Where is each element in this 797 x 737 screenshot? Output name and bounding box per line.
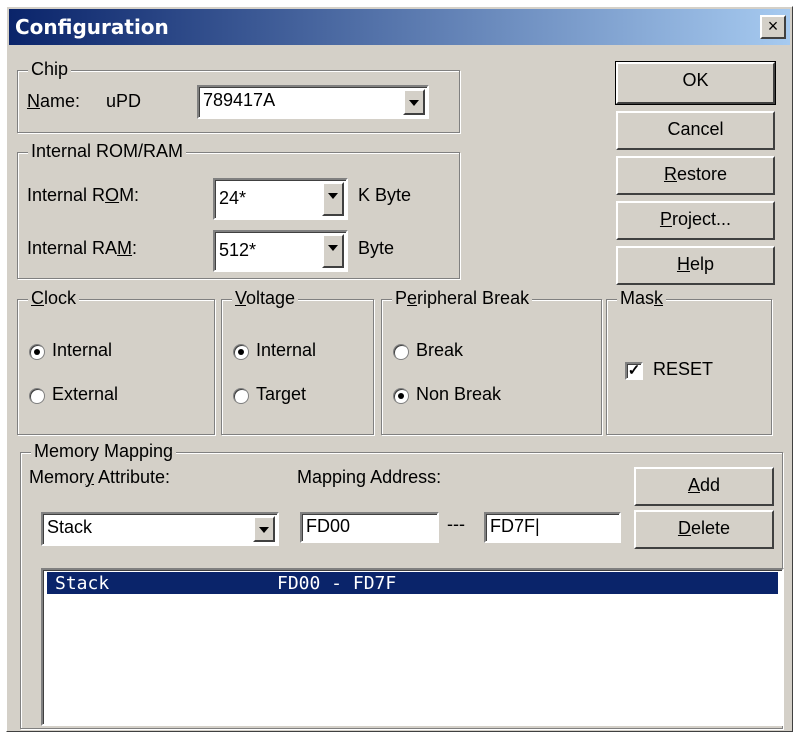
mapping-address-label: Mapping Address:: [297, 467, 442, 487]
reset-checkbox[interactable]: ✓: [625, 362, 643, 380]
voltage-group: Voltage Internal Target: [221, 288, 374, 435]
add-button[interactable]: Add: [634, 467, 774, 506]
rom-label: Internal ROM:: [27, 185, 140, 205]
rom-ram-group-label: Internal ROM/RAM: [28, 141, 187, 162]
close-icon: ×: [767, 16, 779, 36]
chevron-down-icon[interactable]: [322, 182, 344, 216]
rom-combo[interactable]: 24*: [213, 178, 348, 220]
rom-unit: K Byte: [358, 185, 412, 205]
chip-prefix: uPD: [106, 91, 142, 111]
list-item-attribute: Stack: [55, 573, 110, 594]
clock-internal-radio[interactable]: [29, 344, 45, 360]
chip-name-label: Name:: [27, 91, 81, 111]
list-item-range: FD00 - FD7F: [277, 573, 397, 594]
chevron-down-icon[interactable]: [322, 234, 344, 268]
chip-group-label: Chip: [28, 59, 72, 80]
configuration-dialog: Configuration × Chip Name: uPD 789417A I…: [6, 6, 793, 732]
voltage-target-label: Target: [256, 384, 307, 404]
address-separator: ---: [447, 514, 465, 534]
clock-internal-label: Internal: [52, 340, 113, 360]
close-button[interactable]: ×: [760, 15, 786, 39]
mask-group-label: Mask: [617, 288, 667, 309]
ram-label: Internal RAM:: [27, 238, 138, 258]
memory-attribute-value: Stack: [47, 517, 93, 537]
ram-value: 512*: [219, 240, 257, 260]
ram-unit: Byte: [358, 238, 395, 258]
chevron-down-icon[interactable]: [253, 516, 275, 542]
chip-group: Chip Name: uPD 789417A: [17, 59, 460, 133]
clock-group-label: Clock: [28, 288, 80, 309]
address-to-input[interactable]: FD7F|: [484, 512, 621, 543]
rom-value: 24*: [219, 188, 247, 208]
project-button[interactable]: Project...: [616, 201, 775, 240]
peripheral-break-group-label: Peripheral Break: [392, 288, 533, 309]
peripheral-break-label: Break: [416, 340, 464, 360]
ok-button[interactable]: OK: [615, 61, 776, 105]
chip-name-value: 789417A: [203, 90, 276, 110]
peripheral-nonbreak-radio[interactable]: [393, 388, 409, 404]
peripheral-break-radio[interactable]: [393, 344, 409, 360]
memory-mapping-group-label: Memory Mapping: [31, 441, 177, 462]
memory-attribute-label: Memory Attribute:: [29, 467, 171, 487]
reset-label: RESET: [653, 359, 714, 379]
voltage-internal-label: Internal: [256, 340, 317, 360]
address-from-input[interactable]: FD00: [300, 512, 439, 543]
memory-attribute-combo[interactable]: Stack: [41, 512, 279, 546]
clock-external-radio[interactable]: [29, 388, 45, 404]
mask-group: Mask ✓ RESET: [606, 288, 772, 435]
ram-combo[interactable]: 512*: [213, 230, 348, 272]
rom-ram-group: Internal ROM/RAM Internal ROM: 24* K Byt…: [17, 141, 460, 279]
voltage-internal-radio[interactable]: [233, 344, 249, 360]
title-bar: Configuration ×: [9, 9, 790, 45]
memory-mapping-list[interactable]: Stack FD00 - FD7F: [41, 568, 784, 726]
voltage-target-radio[interactable]: [233, 388, 249, 404]
list-item[interactable]: Stack FD00 - FD7F: [47, 572, 778, 594]
clock-group: Clock Internal External: [17, 288, 215, 435]
peripheral-nonbreak-label: Non Break: [416, 384, 502, 404]
delete-button[interactable]: Delete: [634, 510, 774, 549]
voltage-group-label: Voltage: [232, 288, 299, 309]
clock-external-label: External: [52, 384, 119, 404]
peripheral-break-group: Peripheral Break Break Non Break: [381, 288, 602, 435]
dialog-title: Configuration: [15, 15, 169, 39]
chevron-down-icon[interactable]: [403, 89, 425, 115]
restore-button[interactable]: Restore: [616, 156, 775, 195]
cancel-button[interactable]: Cancel: [616, 111, 775, 150]
chip-name-combo[interactable]: 789417A: [197, 85, 429, 119]
help-button[interactable]: Help: [616, 246, 775, 285]
